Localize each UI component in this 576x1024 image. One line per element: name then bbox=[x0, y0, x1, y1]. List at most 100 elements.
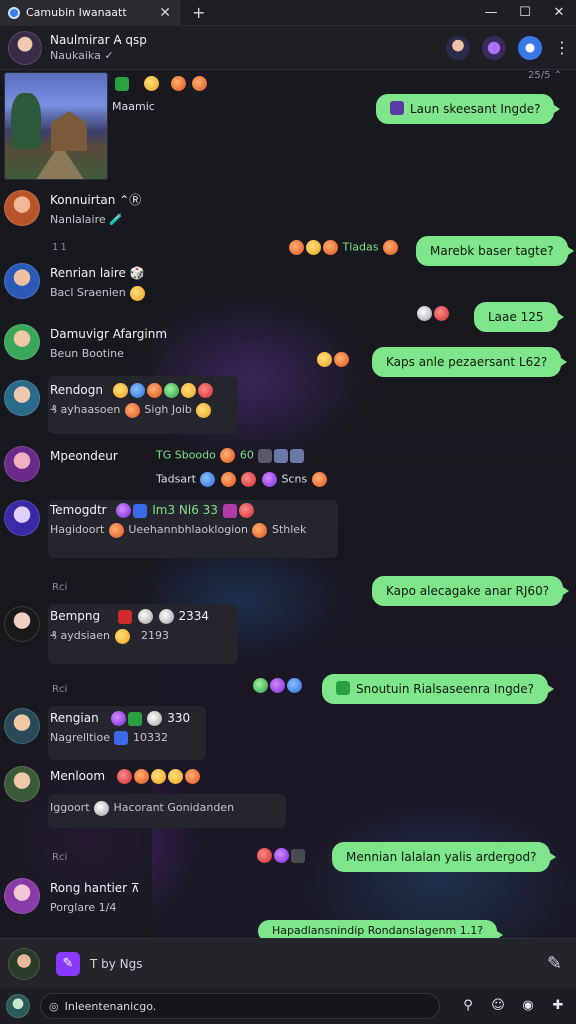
contact-name: Menloom bbox=[50, 769, 106, 783]
list-item[interactable]: Temogdtr Im3 Nl6 33 Hagidoort Ueehannbhl… bbox=[4, 500, 306, 540]
contact-name: Mpeondeur bbox=[50, 449, 118, 463]
timestamp: 25/5 ⌃ bbox=[528, 70, 563, 81]
emoji-icon bbox=[116, 769, 132, 784]
plus-icon[interactable]: + bbox=[192, 3, 205, 22]
emoji-icon bbox=[108, 522, 124, 538]
contact-name: Damuvigr Afarginm bbox=[50, 327, 168, 341]
app-icon[interactable] bbox=[482, 35, 506, 60]
contact-name: Renrian laire bbox=[50, 266, 126, 280]
sticker-icon[interactable] bbox=[115, 76, 129, 91]
message-preview: ₰ aydsiaen bbox=[50, 629, 110, 642]
avatar[interactable] bbox=[6, 994, 30, 1018]
emoji-icon bbox=[147, 711, 163, 726]
avatar bbox=[4, 708, 40, 744]
chat-app: Camubin Iwanaatt ✕ + — ☐ ✕ Naulmirar A̵ … bbox=[0, 0, 576, 1024]
input-actions: ⚲ ☺ ◉ ✚ bbox=[460, 998, 566, 1014]
emoji-icon bbox=[261, 472, 277, 487]
avatar bbox=[4, 190, 40, 226]
emoji-icon bbox=[270, 678, 285, 693]
close-icon[interactable]: ✕ bbox=[159, 5, 171, 21]
pencil-icon bbox=[390, 101, 404, 115]
emoji-icon bbox=[220, 448, 236, 463]
outgoing-message[interactable]: Laae 125 bbox=[474, 302, 563, 332]
app-button[interactable]: ✎ bbox=[56, 951, 80, 976]
emoji-icon bbox=[287, 678, 302, 693]
message-input-bar: ◎ Inleentenanicgo. ⚲ ☺ ◉ ✚ bbox=[0, 988, 576, 1024]
window-controls: — ☐ ✕ bbox=[474, 5, 576, 20]
outgoing-message[interactable]: Kapo alecagake anar RJ60? bbox=[372, 576, 570, 606]
message-preview: ₰ ayhaasoen bbox=[50, 403, 121, 416]
emoji-icon bbox=[197, 383, 213, 398]
avatar[interactable] bbox=[8, 30, 42, 65]
contact-name: Rong hantier bbox=[50, 881, 128, 895]
minimize-icon[interactable]: — bbox=[474, 5, 508, 20]
emoji-icon bbox=[382, 240, 398, 255]
more-icon[interactable]: ⋮ bbox=[554, 38, 570, 57]
emoji-icon bbox=[110, 711, 126, 726]
outgoing-message[interactable]: Snoutuin Rialsaseenra Ingde? bbox=[322, 674, 555, 704]
sticker-icon bbox=[258, 448, 273, 463]
call-icon[interactable] bbox=[518, 35, 542, 60]
attach-icon[interactable]: ⚲ bbox=[460, 998, 476, 1014]
contact-name: Temogdtr bbox=[50, 503, 107, 517]
add-icon[interactable]: ✚ bbox=[550, 998, 566, 1014]
emoji-icon[interactable] bbox=[191, 76, 207, 91]
compose-text[interactable]: T by Ngs bbox=[90, 957, 143, 971]
avatar bbox=[4, 380, 40, 416]
emoji-icon bbox=[334, 352, 349, 367]
reaction-row bbox=[114, 76, 208, 91]
avatar[interactable] bbox=[8, 947, 40, 980]
emoji-icon[interactable] bbox=[143, 76, 159, 91]
emoji-icon bbox=[150, 769, 166, 784]
contact-name: Konnuirtan bbox=[50, 193, 116, 207]
list-item[interactable]: Rong hantier ⊼ Porglare 1/4 bbox=[4, 878, 140, 918]
sticker-icon[interactable]: ☺ bbox=[490, 998, 506, 1014]
avatar bbox=[4, 500, 40, 536]
camera-icon[interactable]: ◉ bbox=[520, 998, 536, 1014]
outgoing-message[interactable]: Kaps anle pezaersant L62? bbox=[372, 347, 568, 377]
emoji-icon bbox=[146, 383, 162, 398]
list-item[interactable]: Damuvigr Afarginm Beun Bootine bbox=[4, 324, 167, 364]
emoji-icon bbox=[200, 472, 216, 487]
participant-avatar[interactable] bbox=[446, 35, 470, 60]
sticker-icon bbox=[336, 681, 350, 695]
emoji-icon bbox=[252, 522, 268, 538]
message-input[interactable]: ◎ Inleentenanicgo. bbox=[40, 993, 440, 1019]
emoji-icon bbox=[124, 402, 140, 418]
list-item[interactable]: Bempng 2334 ₰ aydsiaen 2193 bbox=[4, 606, 209, 646]
emoji-icon bbox=[220, 472, 236, 487]
app-logo-icon bbox=[8, 6, 20, 19]
message-preview: Nagrelltioe bbox=[50, 731, 110, 744]
outgoing-message[interactable]: Laun skeesant Ingde? bbox=[376, 94, 561, 124]
input-placeholder: Inleentenanicgo. bbox=[64, 999, 157, 1013]
outgoing-message[interactable]: Marebk baser tagte? bbox=[416, 236, 574, 266]
contact-name: Rengian bbox=[50, 711, 99, 725]
sticker-icon bbox=[117, 609, 132, 624]
list-item[interactable]: Rengian 330 Nagrelltioe 10332 bbox=[4, 708, 190, 748]
message-preview: Iggoort bbox=[50, 801, 90, 814]
list-item[interactable]: Konnuirtan ⌃Ⓡ Nanlalaire 🧪 bbox=[4, 190, 141, 230]
emoji-icon[interactable]: ◎ bbox=[49, 1000, 59, 1013]
message-preview: Bacl Sraenien bbox=[50, 286, 126, 299]
list-item[interactable]: Menloom Iggoort Hacorant Gonidanden bbox=[4, 766, 234, 818]
emoji-icon bbox=[238, 503, 254, 518]
browser-tab[interactable]: Camubin Iwanaatt ✕ bbox=[0, 0, 180, 26]
emoji-icon[interactable] bbox=[171, 76, 186, 91]
emoji-icon bbox=[317, 352, 332, 367]
list-item[interactable]: Mpeondeur bbox=[4, 446, 118, 482]
list-item[interactable]: Rendogn ₰ ayhaasoen Sigh Joib bbox=[4, 380, 214, 420]
close-window-icon[interactable]: ✕ bbox=[542, 5, 576, 20]
emoji-icon bbox=[311, 472, 327, 487]
emoji-icon bbox=[167, 769, 183, 784]
reaction-row bbox=[316, 352, 350, 367]
shared-image[interactable] bbox=[4, 72, 108, 180]
maximize-icon[interactable]: ☐ bbox=[508, 5, 542, 20]
sticker-icon bbox=[291, 848, 305, 863]
avatar bbox=[4, 324, 40, 360]
avatar bbox=[4, 263, 40, 299]
message-preview: Beun Bootine bbox=[50, 347, 124, 360]
list-item[interactable]: Renrian laire 🎲 Bacl Sraenien bbox=[4, 263, 146, 303]
pencil-icon[interactable]: ✎ bbox=[547, 953, 562, 974]
emoji-icon bbox=[241, 472, 257, 487]
outgoing-message[interactable]: Mennian lalalan yalis ardergod? bbox=[332, 842, 557, 872]
